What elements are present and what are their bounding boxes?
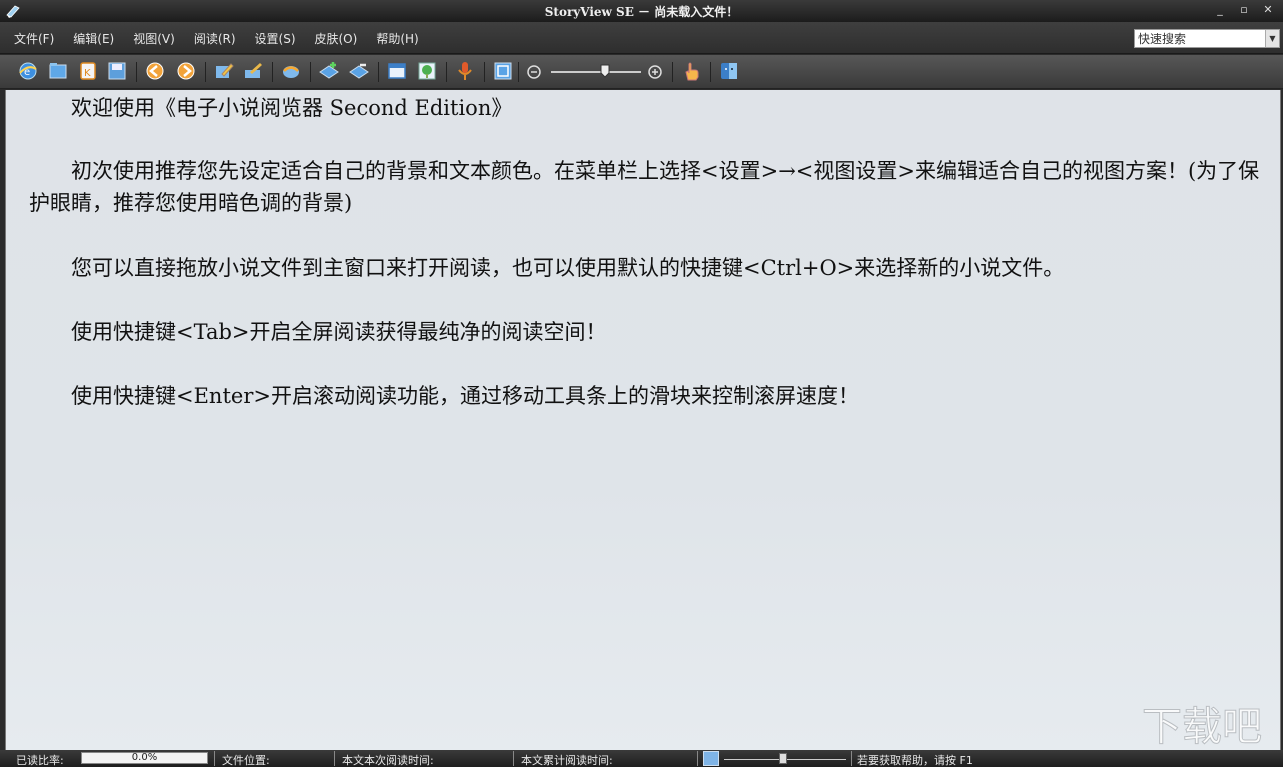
- tree-icon[interactable]: [416, 60, 438, 82]
- reading-pane[interactable]: 欢迎使用《电子小说阅览器 Second Edition》 初次使用推荐您先设定适…: [5, 90, 1281, 750]
- status-bar: 已读比率: 0.0% 文件位置: 本文本次阅读时间: 本文累计阅读时间: 若要获…: [0, 750, 1283, 767]
- edit-pencil-icon[interactable]: [213, 60, 235, 82]
- svg-text:e: e: [24, 67, 30, 78]
- menu-view[interactable]: 视图(V): [131, 30, 177, 47]
- brush-icon[interactable]: [242, 60, 264, 82]
- forward-icon[interactable]: [175, 60, 197, 82]
- read-ratio-label: 已读比率:: [16, 754, 64, 767]
- ie-icon[interactable]: e: [17, 60, 39, 82]
- read-progress-text: 0.0%: [131, 752, 158, 763]
- minimize-button[interactable]: _: [1211, 2, 1229, 18]
- back-icon[interactable]: [144, 60, 166, 82]
- title-bar: StoryView SE － 尚未载入文件！ _ ▫ ✕: [0, 0, 1283, 22]
- file-position-label: 文件位置:: [222, 754, 270, 767]
- menu-settings[interactable]: 设置(S): [253, 30, 298, 47]
- toolbar: e K: [0, 55, 1283, 89]
- hand-pointer-icon[interactable]: [680, 60, 702, 82]
- quick-search-combobox[interactable]: ▼: [1134, 29, 1280, 48]
- zoom-slider-track[interactable]: [551, 71, 641, 73]
- zoom-out-icon[interactable]: [523, 60, 545, 82]
- zoom-in-icon[interactable]: [644, 60, 666, 82]
- auto-scroll-icon[interactable]: [703, 751, 719, 766]
- fullscreen-icon[interactable]: [492, 60, 514, 82]
- quick-search-input[interactable]: [1135, 30, 1265, 47]
- window-icon[interactable]: [386, 60, 408, 82]
- menu-skin[interactable]: 皮肤(O): [313, 30, 360, 47]
- scroll-speed-thumb[interactable]: [778, 753, 787, 764]
- setup-tip-paragraph: 初次使用推荐您先设定适合自己的背景和文本颜色。在菜单栏上选择<设置>→<视图设置…: [29, 159, 1260, 215]
- scroll-tip-paragraph: 使用快捷键<Enter>开启滚动阅读功能，通过移动工具条上的滑块来控制滚屏速度！: [29, 384, 859, 408]
- save-disk-icon[interactable]: [106, 60, 128, 82]
- watermark-text: 下载吧: [1142, 704, 1262, 748]
- svg-text:K: K: [84, 68, 91, 79]
- window-title: StoryView SE － 尚未载入文件！: [544, 5, 739, 19]
- remove-bookmark-icon[interactable]: [348, 60, 370, 82]
- open-folder-icon[interactable]: [47, 60, 69, 82]
- fullscreen-tip-paragraph: 使用快捷键<Tab>开启全屏阅读获得最纯净的阅读空间！: [29, 320, 607, 344]
- menu-read[interactable]: 阅读(R): [192, 30, 238, 47]
- open-file-tip-paragraph: 您可以直接拖放小说文件到主窗口来打开阅读，也可以使用默认的快捷键<Ctrl+O>…: [29, 256, 1065, 280]
- session-read-time-label: 本文本次阅读时间:: [342, 754, 434, 767]
- read-progress-bar: 0.0%: [81, 752, 208, 764]
- maximize-button[interactable]: ▫: [1235, 2, 1253, 18]
- menu-edit[interactable]: 编辑(E): [71, 30, 116, 47]
- menu-file[interactable]: 文件(F): [12, 30, 56, 47]
- add-bookmark-icon[interactable]: [318, 60, 340, 82]
- menu-bar: 文件(F) 编辑(E) 视图(V) 阅读(R) 设置(S) 皮肤(O) 帮助(H…: [0, 22, 1283, 54]
- bookmark-k-icon[interactable]: K: [77, 60, 99, 82]
- help-hint: 若要获取帮助，请按 F1: [857, 754, 973, 767]
- chevron-down-icon[interactable]: ▼: [1265, 30, 1279, 47]
- color-swirl-icon[interactable]: [280, 60, 302, 82]
- close-button[interactable]: ✕: [1259, 2, 1277, 18]
- zoom-slider-thumb[interactable]: [600, 64, 610, 78]
- menu-help[interactable]: 帮助(H): [374, 30, 420, 47]
- microphone-icon[interactable]: [454, 60, 476, 82]
- welcome-paragraph: 欢迎使用《电子小说阅览器 Second Edition》: [29, 96, 513, 120]
- total-read-time-label: 本文累计阅读时间:: [521, 754, 613, 767]
- mac-finder-icon[interactable]: [718, 60, 740, 82]
- watermark-logo: 下载吧: [1142, 704, 1263, 749]
